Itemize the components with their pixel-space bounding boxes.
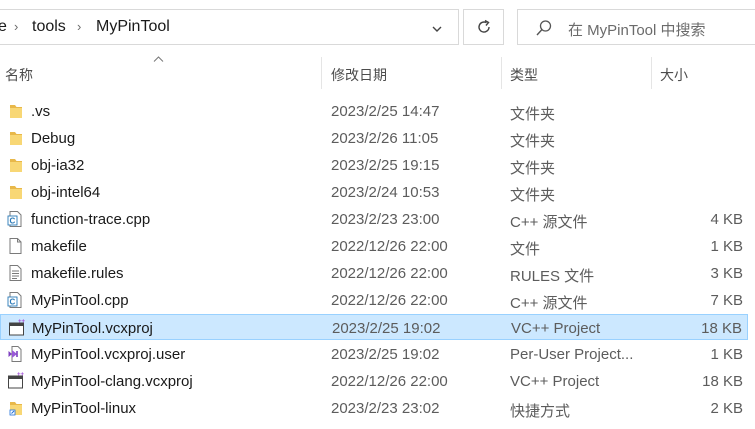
file-name: makefile.rules bbox=[31, 265, 124, 282]
vs-user-file-icon bbox=[7, 345, 23, 363]
file-row[interactable]: ++ MyPinTool-clang.vcxproj 2022/12/26 22:0… bbox=[0, 368, 748, 394]
file-row[interactable]: makefile.rules 2022/12/26 22:00 RULES 文件 3 … bbox=[0, 260, 748, 286]
file-name: obj-intel64 bbox=[31, 184, 101, 201]
folder-icon bbox=[7, 129, 23, 147]
search-box[interactable]: 在 MyPinTool 中搜索 bbox=[517, 9, 755, 45]
file-row[interactable]: obj-ia32 2023/2/25 19:15 文件夹 bbox=[0, 152, 748, 178]
file-size: 1 KB bbox=[710, 346, 743, 363]
file-size: 2 KB bbox=[710, 400, 743, 417]
file-type: C++ 源文件 bbox=[510, 214, 588, 231]
file-type: VC++ Project bbox=[511, 320, 601, 337]
shortcut-folder-icon bbox=[7, 399, 23, 417]
file-type: 文件夹 bbox=[510, 160, 556, 177]
refresh-icon bbox=[478, 19, 490, 33]
search-placeholder[interactable]: 在 MyPinTool 中搜索 bbox=[568, 19, 706, 40]
file-type: VC++ Project bbox=[510, 373, 600, 390]
file-row[interactable]: obj-intel64 2023/2/24 10:53 文件夹 bbox=[0, 179, 748, 205]
file-modified-date: 2022/12/26 22:00 bbox=[331, 265, 448, 282]
svg-text:C: C bbox=[10, 217, 16, 226]
breadcrumb-current[interactable]: MyPinTool bbox=[96, 18, 170, 36]
folder-icon bbox=[7, 183, 23, 201]
file-size: 3 KB bbox=[710, 265, 743, 282]
file-row[interactable]: C MyPinTool.cpp 2022/12/26 22:00 C++ 源文件 7 K… bbox=[0, 287, 748, 313]
file-name: MyPinTool-clang.vcxproj bbox=[31, 373, 193, 390]
text-file-icon bbox=[7, 264, 23, 282]
file-name: MyPinTool-linux bbox=[31, 400, 137, 417]
file-row[interactable]: ++ MyPinTool.vcxproj 2023/2/25 19:02 VC++ P… bbox=[0, 314, 748, 340]
file-modified-date: 2023/2/25 19:02 bbox=[332, 320, 441, 337]
file-modified-date: 2022/12/26 22:00 bbox=[331, 292, 448, 309]
cpp-file-icon: C bbox=[7, 291, 23, 309]
file-row[interactable]: .vs 2023/2/25 14:47 文件夹 bbox=[0, 98, 748, 124]
search-icon bbox=[536, 20, 552, 36]
file-name: obj-ia32 bbox=[31, 157, 85, 174]
file-name: .vs bbox=[31, 103, 51, 120]
breadcrumb-tools[interactable]: tools bbox=[32, 18, 66, 36]
file-modified-date: 2023/2/23 23:02 bbox=[331, 400, 440, 417]
file-size: 4 KB bbox=[710, 211, 743, 228]
file-name: Debug bbox=[31, 130, 76, 147]
column-date-label: 修改日期 bbox=[331, 67, 387, 83]
column-name[interactable]: 名称 bbox=[0, 57, 322, 89]
file-size: 7 KB bbox=[710, 292, 743, 309]
file-type: 快捷方式 bbox=[510, 403, 571, 420]
svg-text:++: ++ bbox=[18, 319, 26, 325]
file-type: 文件 bbox=[510, 241, 541, 258]
file-modified-date: 2023/2/23 23:00 bbox=[331, 211, 440, 228]
chevron-right-icon[interactable]: › bbox=[14, 19, 18, 34]
svg-text:C: C bbox=[10, 298, 16, 307]
file-type: RULES 文件 bbox=[510, 268, 595, 285]
column-date[interactable]: 修改日期 bbox=[322, 57, 502, 89]
chevron-right-icon[interactable]: › bbox=[77, 19, 81, 34]
file-row[interactable]: makefile 2022/12/26 22:00 文件 1 KB bbox=[0, 233, 748, 259]
column-name-label: 名称 bbox=[5, 67, 33, 83]
file-type: 文件夹 bbox=[510, 187, 556, 204]
refresh-button[interactable] bbox=[463, 9, 504, 45]
column-size[interactable]: 大小 bbox=[652, 57, 755, 89]
file-row[interactable]: MyPinTool.vcxproj.user 2023/2/25 19:02 Per… bbox=[0, 341, 748, 367]
file-row[interactable]: Cfunction-trace.cpp 2023/2/23 23:00 C++ 源文… bbox=[0, 206, 748, 232]
file-modified-date: 2022/12/26 22:00 bbox=[331, 238, 448, 255]
file-name: makefile bbox=[31, 238, 87, 255]
folder-icon bbox=[7, 102, 23, 120]
file-type: 文件夹 bbox=[510, 133, 556, 150]
file-size: 1 KB bbox=[710, 238, 743, 255]
file-size: 18 KB bbox=[701, 320, 742, 337]
svg-text:++: ++ bbox=[17, 372, 25, 378]
file-icon bbox=[7, 237, 23, 255]
file-row[interactable]: Debug 2023/2/26 11:05 文件夹 bbox=[0, 125, 748, 151]
file-modified-date: 2022/12/26 22:00 bbox=[331, 373, 448, 390]
vcxproj-file-icon: ++ bbox=[7, 372, 25, 390]
file-row[interactable]: MyPinTool-linux 2023/2/23 23:02 快捷方式 2 KB bbox=[0, 395, 748, 421]
file-modified-date: 2023/2/25 19:02 bbox=[331, 346, 440, 363]
column-header: 名称 修改日期 类型 大小 bbox=[0, 57, 755, 89]
column-size-label: 大小 bbox=[660, 67, 688, 83]
folder-icon bbox=[7, 156, 23, 174]
file-type: 文件夹 bbox=[510, 106, 556, 123]
file-name: MyPinTool.vcxproj.user bbox=[31, 346, 186, 363]
chevron-down-icon[interactable] bbox=[432, 24, 442, 34]
breadcrumb-parent[interactable]: e bbox=[0, 18, 7, 36]
file-type: C++ 源文件 bbox=[510, 295, 588, 312]
file-modified-date: 2023/2/25 14:47 bbox=[331, 103, 440, 120]
file-name: MyPinTool.vcxproj bbox=[32, 320, 153, 337]
file-modified-date: 2023/2/26 11:05 bbox=[331, 130, 439, 147]
file-size: 18 KB bbox=[702, 373, 743, 390]
file-type: Per-User Project... bbox=[510, 346, 634, 363]
file-name: function-trace.cpp bbox=[31, 211, 151, 228]
cpp-file-icon: C bbox=[7, 210, 23, 228]
vcxproj-file-icon: ++ bbox=[8, 319, 26, 337]
file-modified-date: 2023/2/25 19:15 bbox=[331, 157, 440, 174]
column-type[interactable]: 类型 bbox=[502, 57, 652, 89]
file-name: MyPinTool.cpp bbox=[31, 292, 129, 309]
address-bar[interactable]: e › tools › MyPinTool bbox=[0, 9, 459, 45]
file-modified-date: 2023/2/24 10:53 bbox=[331, 184, 440, 201]
column-type-label: 类型 bbox=[510, 67, 538, 83]
